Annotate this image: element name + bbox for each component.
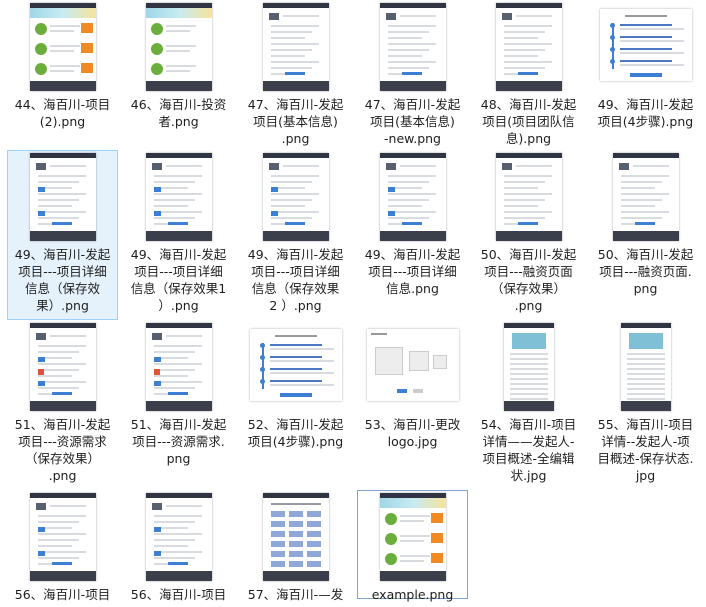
- file-name: 56、海百川-项目: [14, 587, 111, 602]
- file-name: 51、海百川-发起 项目---资源需求. png: [130, 417, 227, 466]
- image-file-thumbnail-icon: [262, 493, 329, 581]
- file-item[interactable]: 50、海百川-发起 项目---融资页面 （保存效果） .png: [473, 150, 584, 320]
- file-item[interactable]: 49、海百川-发起 项目---项目详细 信息（保存效果1 ）.png: [123, 150, 234, 320]
- image-file-thumbnail-icon: [262, 153, 329, 241]
- file-name: 44、海百川-项目 (2).png: [14, 97, 111, 129]
- file-item[interactable]: 47、海百川-发起 项目(基本信息) -new.png: [357, 0, 468, 150]
- file-item[interactable]: 49、海百川-发起 项目---项目详细 信息（保存效 果）.png: [7, 150, 118, 320]
- file-name: 50、海百川-发起 项目---融资页面 （保存效果） .png: [480, 247, 577, 313]
- file-item[interactable]: 49、海百川-发起 项目---项目详细 信息（保存效果 2 ）.png: [240, 150, 351, 320]
- file-item[interactable]: 53、海百川-更改 logo.jpg: [357, 320, 468, 490]
- file-name: 47、海百川-发起 项目(基本信息) .png: [247, 97, 344, 146]
- image-file-thumbnail-icon: [29, 153, 96, 241]
- file-item[interactable]: 47、海百川-发起 项目(基本信息) .png: [240, 0, 351, 150]
- file-name: 49、海百川-发起 项目---项目详细 信息.png: [364, 247, 461, 296]
- image-file-thumbnail-icon: [249, 329, 342, 401]
- file-item[interactable]: 51、海百川-发起 项目---资源需求. png: [123, 320, 234, 490]
- image-file-thumbnail-icon: [379, 493, 446, 581]
- file-name: 49、海百川-发起 项目---项目详细 信息（保存效 果）.png: [14, 247, 111, 313]
- file-item[interactable]: 52、海百川-发起 项目(4步骤).png: [240, 320, 351, 490]
- file-item[interactable]: 49、海百川-发起 项目(4步骤).png: [590, 0, 701, 150]
- file-item[interactable]: 51、海百川-发起 项目---资源需求 （保存效果） .png: [7, 320, 118, 490]
- file-item[interactable]: 54、海百川-项目 详情——发起人- 项目概述-全编辑 状.jpg: [473, 320, 584, 490]
- file-name: 53、海百川-更改 logo.jpg: [364, 417, 461, 449]
- image-file-thumbnail-icon: [495, 153, 562, 241]
- file-name: 46、海百川-投资 者.png: [130, 97, 227, 129]
- file-item[interactable]: 44、海百川-项目 (2).png: [7, 0, 118, 150]
- image-file-thumbnail-icon: [366, 329, 459, 401]
- file-name: 49、海百川-发起 项目(4步骤).png: [597, 97, 694, 129]
- file-item[interactable]: example.png: [357, 490, 468, 602]
- file-name: 51、海百川-发起 项目---资源需求 （保存效果） .png: [14, 417, 111, 483]
- image-file-thumbnail-icon: [145, 3, 212, 91]
- file-item[interactable]: 56、海百川-项目: [123, 490, 234, 607]
- file-grid: 44、海百川-项目 (2).png 46、海百川-投资 者.png 47、海百川-发…: [0, 0, 706, 607]
- file-item[interactable]: 49、海百川-发起 项目---项目详细 信息.png: [357, 150, 468, 320]
- file-name: 57、海百川-—发: [247, 587, 344, 602]
- file-item[interactable]: 50、海百川-发起 项目---融资页面. png: [590, 150, 701, 320]
- file-name: 50、海百川-发起 项目---融资页面. png: [597, 247, 694, 296]
- file-name: 56、海百川-项目: [130, 587, 227, 602]
- file-name: 47、海百川-发起 项目(基本信息) -new.png: [364, 97, 461, 146]
- image-file-thumbnail-icon: [503, 323, 554, 411]
- file-name: example.png: [371, 587, 454, 602]
- image-file-thumbnail-icon: [612, 153, 679, 241]
- file-item[interactable]: 48、海百川-发起 项目(项目团队信 息).png: [473, 0, 584, 150]
- image-file-thumbnail-icon: [29, 493, 96, 581]
- image-file-thumbnail-icon: [145, 323, 212, 411]
- image-file-thumbnail-icon: [379, 3, 446, 91]
- file-item[interactable]: 57、海百川-—发: [240, 490, 351, 607]
- image-file-thumbnail-icon: [145, 153, 212, 241]
- image-file-thumbnail-icon: [379, 153, 446, 241]
- file-item[interactable]: 55、海百川-项目 详情--发起人-项 目概述-保存状态. jpg: [590, 320, 701, 490]
- file-item[interactable]: 46、海百川-投资 者.png: [123, 0, 234, 150]
- file-name: 48、海百川-发起 项目(项目团队信 息).png: [480, 97, 577, 146]
- file-item[interactable]: 56、海百川-项目: [7, 490, 118, 607]
- file-name: 54、海百川-项目 详情——发起人- 项目概述-全编辑 状.jpg: [480, 417, 577, 483]
- image-file-thumbnail-icon: [620, 323, 671, 411]
- image-file-thumbnail-icon: [145, 493, 212, 581]
- image-file-thumbnail-icon: [29, 3, 96, 91]
- file-name: 49、海百川-发起 项目---项目详细 信息（保存效果1 ）.png: [130, 247, 227, 313]
- image-file-thumbnail-icon: [599, 9, 692, 81]
- image-file-thumbnail-icon: [262, 3, 329, 91]
- file-name: 49、海百川-发起 项目---项目详细 信息（保存效果 2 ）.png: [247, 247, 344, 313]
- file-name: 55、海百川-项目 详情--发起人-项 目概述-保存状态. jpg: [597, 417, 694, 483]
- image-file-thumbnail-icon: [29, 323, 96, 411]
- image-file-thumbnail-icon: [495, 3, 562, 91]
- file-name: 52、海百川-发起 项目(4步骤).png: [247, 417, 344, 449]
